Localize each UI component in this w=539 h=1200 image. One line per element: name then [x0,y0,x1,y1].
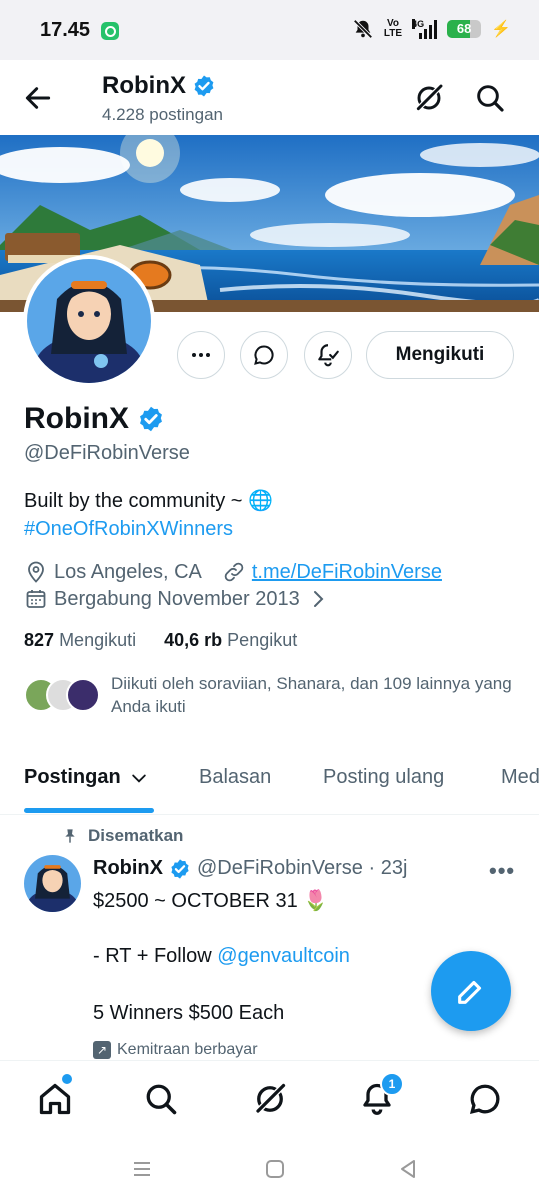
charging-icon: ⚡ [491,21,511,38]
grok-icon[interactable] [413,82,445,114]
signal-icon: 4G [412,19,438,39]
joined-row[interactable]: Bergabung November 2013 [24,587,330,611]
followed-by-text: Diikuti oleh soraviian, Shanara, dan 109… [111,674,512,716]
post-count: 4.228 postingan [102,105,223,124]
profile-meta: Los Angeles, CA t.me/DeFiRobinVerse [24,560,442,584]
more-dots-icon [192,353,210,357]
home-icon[interactable] [37,1081,73,1117]
chevron-right-icon [313,591,324,607]
back-system-icon[interactable] [396,1157,420,1181]
notification-app-icon [101,22,119,40]
post-line-1: $2500 ~ OCTOBER 31 🌷 [93,890,329,912]
profile-header: RobinX 4.228 postingan [0,60,539,135]
bio-text: Built by the community ~ 🌐 [24,490,273,512]
pin-icon [65,829,75,843]
profile-bio: Built by the community ~ 🌐 #OneOfRobinXW… [24,487,273,543]
active-tab-indicator [24,808,154,813]
post-header: RobinX @DeFiRobinVerse · 23j [93,857,407,880]
status-right: Vo LTE 4G 68 ⚡ [352,18,511,40]
link-icon [224,562,244,582]
header-name: RobinX [102,72,186,99]
tab-media[interactable]: Media [501,766,539,789]
bottom-navigation: 1 [0,1060,539,1141]
bell-check-icon [318,344,339,367]
network-type: 4G [412,19,425,29]
compose-icon [458,980,482,1004]
profile-tabs: Postingan Balasan Posting ulang Media [0,748,539,815]
recent-apps-icon[interactable] [130,1157,154,1181]
chevron-down-icon [131,774,146,783]
post-more-icon[interactable]: ••• [489,858,515,884]
battery-icon: 68 [447,20,482,38]
more-options-button[interactable] [177,331,225,379]
bio-hashtag[interactable]: #OneOfRobinXWinners [24,515,273,543]
verified-badge-icon [171,858,189,879]
post-author-avatar[interactable] [24,855,81,912]
followers-label: Pengikut [227,630,298,650]
profile-name-row: RobinX [24,402,165,436]
home-system-icon[interactable] [263,1157,287,1181]
search-icon[interactable] [143,1081,179,1117]
battery-level: 68 [456,21,472,36]
home-unread-dot [62,1074,72,1084]
compose-post-button[interactable] [431,951,511,1031]
profile-avatar[interactable] [23,255,155,387]
followers-stat[interactable]: 40,6 rb Pengikut [164,630,297,651]
follower-avatar [66,678,100,712]
follow-stats: 827 Mengikuti 40,6 rb Pengikut [24,630,297,651]
tab-replies[interactable]: Balasan [199,766,271,789]
location-icon [28,561,44,583]
grok-icon[interactable] [252,1081,288,1117]
location-text: Los Angeles, CA [54,560,202,583]
post-author-name[interactable]: RobinX [93,857,163,880]
messages-icon[interactable] [467,1081,503,1117]
chat-bubble-icon [254,345,274,365]
status-time: 17.45 [40,19,91,41]
profile-handle: @DeFiRobinVerse [24,442,190,464]
following-count: 827 [24,630,55,650]
status-bar: 17.45 Vo LTE 4G 68 ⚡ [0,0,539,60]
paid-partnership: ↗ Kemitraan berbayar [93,1041,258,1059]
profile-link[interactable]: t.me/DeFiRobinVerse [252,561,442,584]
post-line-3: 5 Winners $500 Each [93,1002,285,1024]
post-handle-time: @DeFiRobinVerse · 23j [197,857,408,879]
back-arrow-icon[interactable] [22,82,54,114]
following-button[interactable]: Mengikuti [366,331,514,379]
joined-text: Bergabung November 2013 [54,587,300,610]
post-line-2-text: - RT + Follow [93,945,218,967]
followers-count: 40,6 rb [164,630,223,650]
notification-badge: 1 [380,1072,404,1096]
verified-badge-icon [194,75,214,97]
notification-bell-button[interactable] [304,331,352,379]
profile-name: RobinX [24,402,129,435]
header-title: RobinX [102,72,216,100]
following-stat[interactable]: 827 Mengikuti [24,630,136,651]
tab-posts[interactable]: Postingan [24,766,149,789]
search-icon[interactable] [474,82,506,114]
calendar-icon [26,590,46,608]
following-label: Mengikuti [59,630,137,650]
arrow-up-right-icon: ↗ [93,1041,111,1059]
post-mention[interactable]: @genvaultcoin [217,945,350,967]
paid-label: Kemitraan berbayar [117,1041,258,1058]
pinned-label: Disematkan [88,826,184,845]
volte-label: Vo LTE [383,18,403,39]
message-button[interactable] [240,331,288,379]
post-line-2: - RT + Follow @genvaultcoin [93,945,350,968]
pinned-label-row: Disematkan [62,826,183,846]
tab-posts-label: Postingan [24,766,121,788]
tab-reposts[interactable]: Posting ulang [323,766,444,789]
mute-bell-icon [353,19,373,39]
verified-badge-icon [140,406,162,432]
system-navigation [0,1140,539,1200]
